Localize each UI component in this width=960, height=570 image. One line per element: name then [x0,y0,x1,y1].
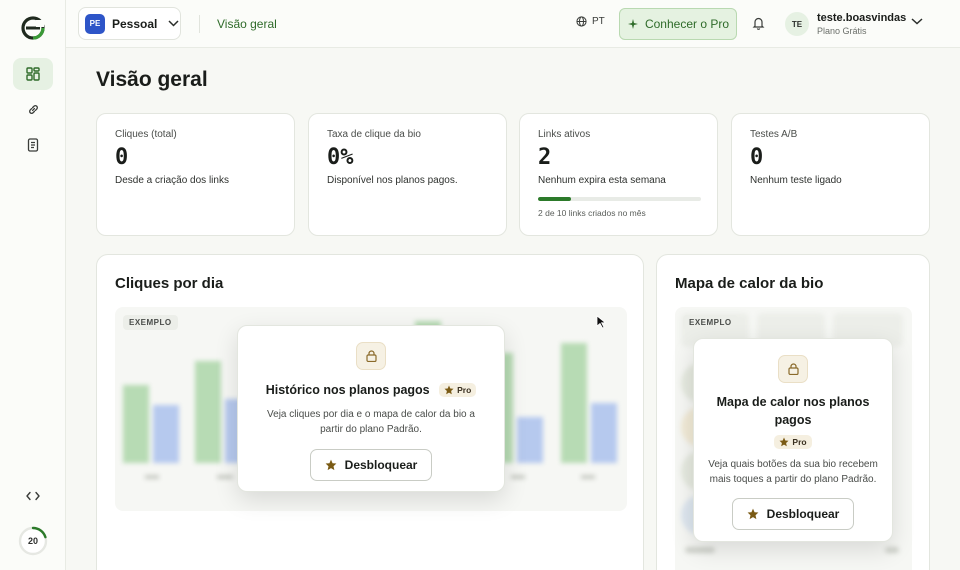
lock-icon [365,350,377,362]
workspace-badge: PE [85,13,105,34]
stat-value: 2 [538,145,552,170]
stat-card-ab-tests: Testes A/B 0 Nenhum teste ligado [731,113,930,236]
bell-icon[interactable] [752,16,765,30]
panel-title: Cliques por dia [115,275,224,292]
pro-badge-label: Pro [457,384,472,395]
panel-title: Mapa de calor da bio [675,275,824,292]
left-rail: 20 [0,0,66,570]
mouse-cursor [596,315,607,329]
language-selector[interactable]: PT [576,16,605,27]
code-icon [26,491,40,501]
upgrade-pro-button[interactable]: Conhecer o Pro [619,8,737,40]
unlock-label: Desbloquear [344,458,418,472]
links-progress-bar [538,197,701,201]
pro-badge: Pro [774,434,812,449]
user-menu[interactable]: teste.boasvindas Plano Grátis [817,12,906,36]
lock-icon-box [356,342,386,370]
lock-icon-box [778,355,808,383]
dashboard-icon [26,67,40,81]
nav-dashboard[interactable] [13,58,53,90]
unlock-button[interactable]: Desbloquear [309,449,433,481]
clicks-per-day-panel: Cliques por dia EXEMPLO Histórico nos pl… [96,254,644,570]
link-icon [28,104,38,114]
globe-icon [576,16,587,27]
sample-tag: EXEMPLO [683,315,738,330]
stat-card-clicks: Cliques (total) 0 Desde a criação dos li… [96,113,295,236]
lock-icon [787,363,799,375]
star-icon [325,459,337,471]
links-progress-fill [538,197,571,201]
stat-value: 0 [115,145,129,170]
lock-title: Histórico nos planos pagos [265,383,430,397]
stat-label: Testes A/B [750,129,798,140]
star-icon [779,437,789,447]
pro-badge: Pro [439,382,477,397]
upgrade-pro-label: Conhecer o Pro [644,17,730,31]
language-label: PT [592,16,605,27]
lock-description: Veja quais botões da sua bio recebem mai… [708,459,878,485]
user-plan: Plano Grátis [817,26,867,36]
workspace-name: Pessoal [112,16,158,31]
nav-links[interactable] [13,93,53,125]
embed-button[interactable] [13,480,53,512]
top-bar: PE Pessoal Visão geral PT Conhecer o Pro… [66,0,960,48]
document-icon [27,138,39,152]
divider [199,15,200,33]
heatmap-lock-card: Mapa de calor nos planos pagos Pro Veja … [693,338,893,542]
sample-tag: EXEMPLO [123,315,178,330]
stat-card-active-links: Links ativos 2 Nenhum expira esta semana… [519,113,718,236]
pro-badge-label: Pro [792,436,807,447]
star-icon [444,385,454,395]
lock-description: Veja cliques por dia e o mapa de calor d… [267,409,475,435]
stat-value: 0 [750,145,764,170]
page-title: Visão geral [96,68,208,91]
workspace-selector[interactable]: PE Pessoal [78,7,181,40]
unlock-button[interactable]: Desbloquear [731,498,855,530]
chevron-down-icon[interactable] [911,18,923,25]
star-icon [747,508,759,520]
stat-card-bio-ctr: Taxa de clique da bio 0% Disponível nos … [308,113,507,236]
stat-value: 0% [327,145,354,170]
stat-label: Taxa de clique da bio [327,129,421,140]
nav-documents[interactable] [13,129,53,161]
chevron-down-icon [168,20,179,27]
usage-ring[interactable]: 20 [18,526,48,556]
clicks-lock-card: Histórico nos planos pagos Pro Veja cliq… [237,325,505,492]
breadcrumb[interactable]: Visão geral [217,17,277,31]
stat-sub: Nenhum expira esta semana [538,175,666,186]
stat-sub: Desde a criação dos links [115,175,229,186]
app-logo[interactable] [21,16,45,40]
stat-sub: Nenhum teste ligado [750,175,842,186]
stat-label: Cliques (total) [115,129,177,140]
unlock-label: Desbloquear [766,507,840,521]
sparkle-icon [627,19,638,29]
user-name: teste.boasvindas [817,12,907,24]
links-progress-note: 2 de 10 links criados no mês [538,208,646,218]
lock-title: Mapa de calor nos planos pagos [716,395,870,427]
avatar[interactable]: TE [785,12,809,36]
usage-value: 20 [27,536,38,546]
stat-label: Links ativos [538,129,591,140]
stat-sub: Disponível nos planos pagos. [327,175,458,186]
heatmap-panel: Mapa de calor da bio EXEMPLO Mapa de cal… [656,254,930,570]
